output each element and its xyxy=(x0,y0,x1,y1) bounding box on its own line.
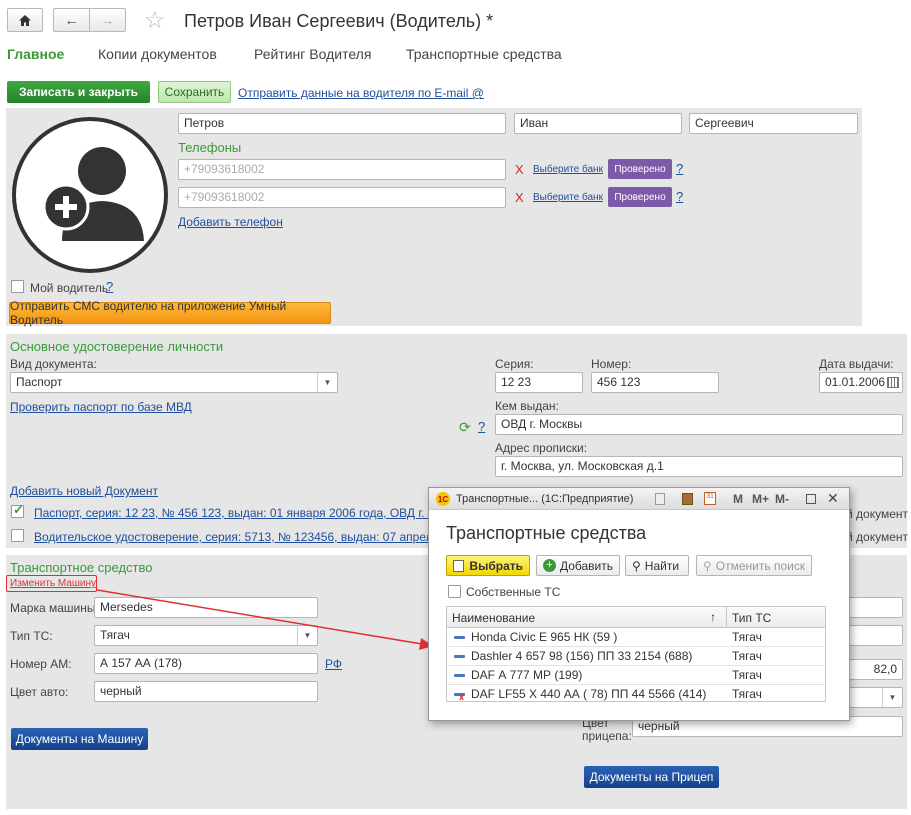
col-name-header[interactable]: Наименование xyxy=(452,611,535,625)
add-button[interactable]: + Добавить xyxy=(536,555,620,576)
cancel-search-label: Отменить поиск xyxy=(715,558,806,573)
row-name: Honda Civic Е 965 НК (59 ) xyxy=(471,630,618,644)
add-label: Добавить xyxy=(559,558,613,573)
popup-titlebar[interactable]: 1C Транспортные... (1С:Предприятие) 31 M… xyxy=(429,488,849,510)
calculator-icon[interactable] xyxy=(682,493,693,505)
table-row[interactable]: Honda Civic Е 965 НК (59 ) Тягач xyxy=(448,628,824,647)
memory-m-button[interactable]: M xyxy=(733,492,743,506)
row-type: Тягач xyxy=(732,649,762,663)
row-name: DAF А 777 МР (199) xyxy=(471,668,583,682)
select-button[interactable]: Выбрать xyxy=(446,555,530,576)
vehicles-grid[interactable]: Наименование ↑ Тип ТС Honda Civic Е 965 … xyxy=(446,606,826,702)
own-vehicles-checkbox[interactable] xyxy=(448,585,461,598)
popup-heading: Транспортные средства xyxy=(446,523,647,543)
1c-logo-icon: 1C xyxy=(436,492,450,506)
find-button[interactable]: ⚲ Найти xyxy=(625,555,689,576)
popup-window-title: Транспортные... (1С:Предприятие) xyxy=(456,493,634,505)
close-icon[interactable]: ✕ xyxy=(827,490,839,507)
cancel-search-button[interactable]: ⚲ Отменить поиск xyxy=(696,555,812,576)
maximize-icon[interactable] xyxy=(806,494,816,504)
grid-header: Наименование ↑ Тип ТС xyxy=(447,607,825,628)
vehicles-popup[interactable]: 1C Транспортные... (1С:Предприятие) 31 M… xyxy=(428,487,850,721)
row-name: Dashler 4 657 98 (156) ПП 33 2154 (688) xyxy=(471,649,693,663)
table-row[interactable]: x DAF LF55 Х 440 АА ( 78) ПП 44 5566 (41… xyxy=(448,685,824,702)
select-label: Выбрать xyxy=(469,558,523,573)
sort-arrow-icon[interactable]: ↑ xyxy=(710,610,716,624)
vehicle-icon xyxy=(454,636,465,639)
vehicle-icon xyxy=(454,674,465,677)
delete-mark-icon: x xyxy=(459,692,465,702)
find-label: Найти xyxy=(644,558,680,573)
own-vehicles-label: Собственные ТС xyxy=(466,585,561,599)
row-type: Тягач xyxy=(732,630,762,644)
search-icon: ⚲ xyxy=(632,558,641,573)
col-divider xyxy=(726,607,727,628)
doc-icon[interactable] xyxy=(655,493,665,505)
row-type: Тягач xyxy=(732,687,762,701)
table-row[interactable]: DAF А 777 МР (199) Тягач xyxy=(448,666,824,685)
add-icon: + xyxy=(543,559,556,572)
search-cancel-icon: ⚲ xyxy=(703,558,712,573)
col-type-header[interactable]: Тип ТС xyxy=(732,611,771,625)
memory-minus-button[interactable]: M- xyxy=(775,492,789,506)
table-row[interactable]: Dashler 4 657 98 (156) ПП 33 2154 (688) … xyxy=(448,647,824,666)
vehicle-icon xyxy=(454,655,465,658)
select-icon xyxy=(453,559,465,572)
row-name: DAF LF55 Х 440 АА ( 78) ПП 44 5566 (414) xyxy=(471,687,707,701)
calendar-icon[interactable]: 31 xyxy=(704,492,716,505)
row-type: Тягач xyxy=(732,668,762,682)
memory-plus-button[interactable]: M+ xyxy=(752,492,769,506)
